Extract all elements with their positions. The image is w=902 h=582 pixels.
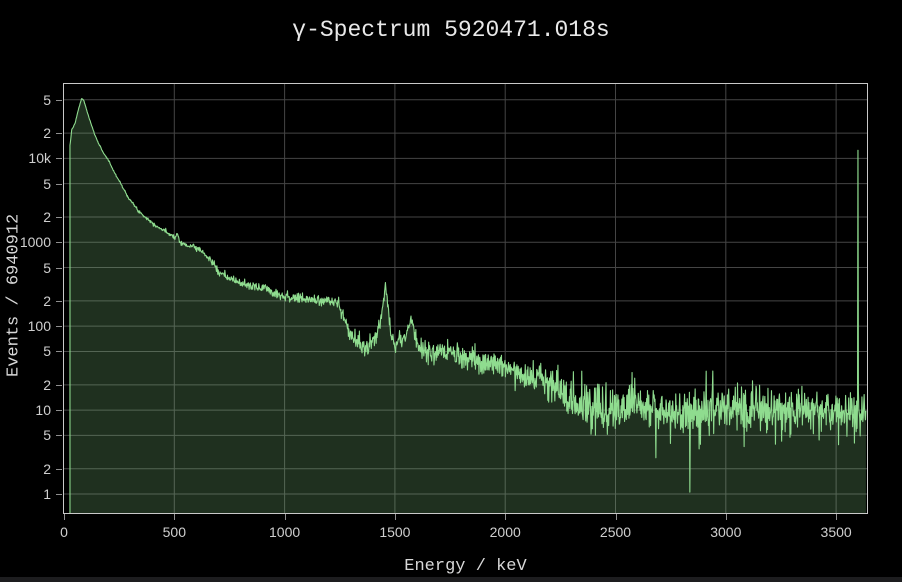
- y-tick-label: 5: [5, 343, 51, 359]
- x-axis-title: Energy / keV: [64, 557, 867, 576]
- x-tick-mark: [64, 514, 65, 520]
- spectrum-fill: [70, 99, 866, 513]
- x-tick-mark: [505, 514, 506, 520]
- y-tick-label: 100: [5, 318, 51, 334]
- x-tick-mark: [285, 514, 286, 520]
- x-tick-label: 0: [60, 524, 68, 540]
- y-tick-label: 5: [5, 176, 51, 192]
- x-tick-label: 3000: [710, 524, 741, 540]
- y-tick-label: 1000: [5, 234, 51, 250]
- y-tick-mark: [56, 385, 62, 386]
- y-tick-mark: [56, 435, 62, 436]
- x-tick-label: 3500: [821, 524, 852, 540]
- y-tick-label: 1: [5, 486, 51, 502]
- x-tick-label: 2500: [600, 524, 631, 540]
- y-tick-label: 2: [5, 461, 51, 477]
- y-tick-label: 5: [5, 92, 51, 108]
- x-tick-mark: [395, 514, 396, 520]
- y-tick-mark: [56, 133, 62, 134]
- y-tick-label: 2: [5, 209, 51, 225]
- y-tick-label: 10k: [5, 150, 51, 166]
- y-tick-mark: [56, 158, 62, 159]
- y-tick-label: 2: [5, 125, 51, 141]
- y-tick-label: 5: [5, 427, 51, 443]
- x-tick-label: 1500: [379, 524, 410, 540]
- app-window: γ-Spectrum 5920471.018s Events / 6940912…: [0, 0, 902, 582]
- y-tick-mark: [56, 410, 62, 411]
- y-tick-mark: [56, 301, 62, 302]
- y-tick-mark: [56, 351, 62, 352]
- y-tick-label: 2: [5, 377, 51, 393]
- window-bottom-strip: [0, 577, 902, 582]
- y-tick-mark: [56, 268, 62, 269]
- spectrum-plot-svg[interactable]: [64, 84, 867, 513]
- x-tick-label: 500: [163, 524, 186, 540]
- y-tick-mark: [56, 469, 62, 470]
- x-tick-mark: [836, 514, 837, 520]
- y-tick-mark: [56, 494, 62, 495]
- chart-title: γ-Spectrum 5920471.018s: [0, 17, 902, 43]
- y-tick-mark: [56, 217, 62, 218]
- y-tick-mark: [56, 326, 62, 327]
- x-tick-mark: [616, 514, 617, 520]
- x-tick-label: 2000: [490, 524, 521, 540]
- y-tick-mark: [56, 184, 62, 185]
- y-tick-label: 2: [5, 293, 51, 309]
- y-tick-label: 10: [5, 402, 51, 418]
- x-tick-mark: [726, 514, 727, 520]
- plot-area[interactable]: [63, 83, 868, 514]
- y-tick-mark: [56, 242, 62, 243]
- x-tick-label: 1000: [269, 524, 300, 540]
- x-tick-mark: [174, 514, 175, 520]
- y-tick-label: 5: [5, 260, 51, 276]
- y-tick-mark: [56, 100, 62, 101]
